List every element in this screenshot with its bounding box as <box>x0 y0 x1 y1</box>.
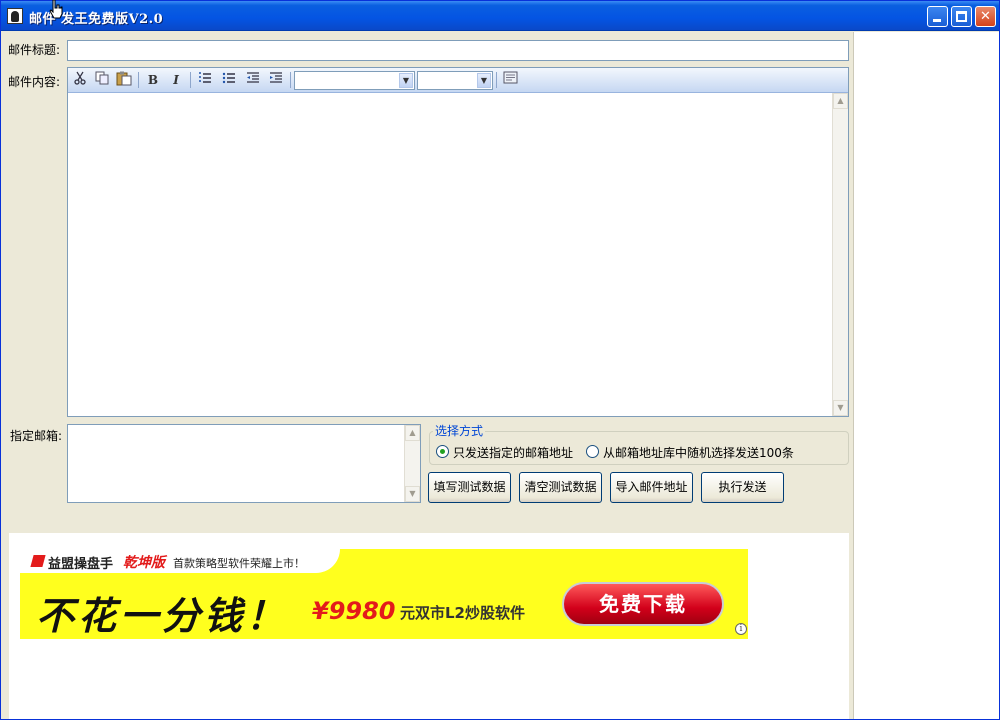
subject-label: 邮件标题: <box>8 43 61 57</box>
ad-brand: 益盟操盘手 <box>48 557 114 572</box>
selection-mode-legend: 选择方式 <box>433 422 486 439</box>
editor-scrollbar[interactable]: ▲ ▼ <box>832 93 848 416</box>
info-icon[interactable]: i <box>735 623 747 635</box>
insert-image-icon[interactable] <box>500 71 520 89</box>
title-bar[interactable]: 邮件 发王免费版V2.0 ✕ <box>1 1 999 31</box>
cut-icon[interactable] <box>70 71 90 89</box>
indent-icon[interactable] <box>266 71 286 89</box>
send-button[interactable]: 执行发送 <box>701 472 784 503</box>
fill-test-data-button[interactable]: 填写测试数据 <box>428 472 511 503</box>
scroll-down-icon[interactable]: ▼ <box>405 486 420 502</box>
ad-banner-header: 益盟操盘手 乾坤版 首款策略型软件荣耀上市！ <box>20 549 340 573</box>
close-icon: ✕ <box>980 9 991 24</box>
ad-edition: 乾坤版 <box>123 555 165 571</box>
copy-icon[interactable] <box>92 71 112 89</box>
ad-download-button[interactable]: 免费下载 <box>562 582 724 626</box>
recipients-textarea[interactable]: ▲ ▼ <box>67 424 421 503</box>
chevron-down-icon[interactable]: ▼ <box>399 73 413 88</box>
radio-unchecked-icon[interactable] <box>586 445 599 458</box>
radio-checked-icon[interactable] <box>436 445 449 458</box>
subject-input[interactable] <box>67 40 849 61</box>
toolbar-separator <box>190 72 191 88</box>
toolbar-separator <box>290 72 291 88</box>
clear-test-data-button[interactable]: 清空测试数据 <box>519 472 602 503</box>
ad-banner[interactable]: 益盟操盘手 乾坤版 首款策略型软件荣耀上市！ 不花一分钱！ ¥9980 元双市L… <box>20 549 748 639</box>
mouse-cursor-icon <box>49 0 63 19</box>
ad-price: ¥9980 <box>312 597 396 625</box>
chevron-down-icon[interactable]: ▼ <box>477 73 491 88</box>
content-editor[interactable]: B I ▼ ▼ ▲ ▼ <box>67 67 849 417</box>
toolbar-separator <box>496 72 497 88</box>
paste-icon[interactable] <box>114 71 134 89</box>
outdent-icon[interactable] <box>243 71 263 89</box>
toolbar-separator <box>138 72 139 88</box>
ad-slogan: 首款策略型软件荣耀上市！ <box>173 557 305 570</box>
font-family-select[interactable]: ▼ <box>294 71 415 90</box>
ad-price-desc: 元双市L2炒股软件 <box>400 604 525 622</box>
editor-toolbar: B I ▼ ▼ <box>68 68 848 93</box>
app-window: 邮件 发王免费版V2.0 ✕ 邮件标题: 邮件内容: B I ▼ ▼ ▲ ▼ 指… <box>0 0 1000 720</box>
right-blank-panel <box>853 32 999 719</box>
import-emails-button[interactable]: 导入邮件地址 <box>610 472 693 503</box>
font-size-select[interactable]: ▼ <box>417 71 493 90</box>
content-label: 邮件内容: <box>8 75 61 89</box>
ordered-list-icon[interactable] <box>195 71 215 89</box>
radio-specified-label: 只发送指定的邮箱地址 <box>453 446 574 460</box>
italic-icon[interactable]: I <box>166 71 186 89</box>
unordered-list-icon[interactable] <box>219 71 239 89</box>
maximize-button[interactable] <box>951 6 972 27</box>
scroll-up-icon[interactable]: ▲ <box>833 93 848 109</box>
ad-headline: 不花一分钱！ <box>36 594 289 638</box>
bold-icon[interactable]: B <box>143 71 163 89</box>
recipients-scrollbar[interactable]: ▲ ▼ <box>404 425 420 502</box>
recipients-label: 指定邮箱: <box>10 429 63 443</box>
close-button[interactable]: ✕ <box>975 6 996 27</box>
radio-random-label: 从邮箱地址库中随机选择发送100条 <box>603 446 794 460</box>
minimize-icon <box>933 19 941 22</box>
app-icon <box>7 8 23 24</box>
scroll-down-icon[interactable]: ▼ <box>833 400 848 416</box>
minimize-button[interactable] <box>927 6 948 27</box>
brand-logo-icon <box>30 555 46 567</box>
maximize-icon <box>956 11 967 22</box>
scroll-up-icon[interactable]: ▲ <box>405 425 420 441</box>
